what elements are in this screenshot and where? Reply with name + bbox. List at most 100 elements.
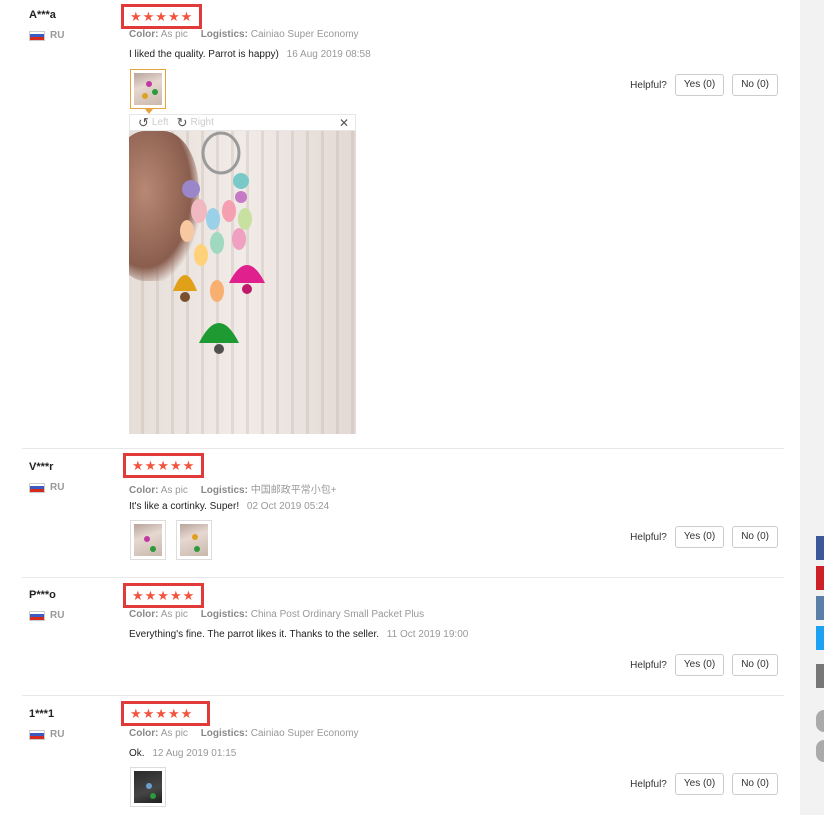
helpful-label: Helpful?: [630, 778, 667, 790]
reviewer-name: P***o: [29, 589, 56, 601]
logistics-label: Logistics:: [200, 485, 248, 496]
thumb-image: [134, 524, 162, 556]
reviewer-country: RU: [29, 610, 64, 621]
photo-viewer: ↺ Left ↻ Right ✕: [129, 114, 356, 434]
rating-highlight: ★★★★★: [123, 453, 205, 478]
review-photo-thumb[interactable]: [176, 520, 212, 560]
vk-share-icon[interactable]: [816, 596, 824, 620]
russia-flag-icon: [29, 610, 45, 621]
helpful-yes-button[interactable]: Yes (0): [674, 74, 725, 96]
review-date: 02 Oct 2019 05:24: [246, 501, 330, 512]
reviews-panel: A***a RU ★★★★★ Color: As pic Logistics: …: [0, 0, 800, 815]
review-body: I liked the quality. Parrot is happy): [129, 49, 279, 60]
helpful-yes-button[interactable]: Yes (0): [674, 773, 725, 795]
helpful-label: Helpful?: [630, 659, 667, 671]
rating-highlight: ★★★★★: [121, 4, 203, 29]
russia-flag-icon: [29, 729, 45, 740]
color-value: As pic: [160, 609, 188, 620]
review-text: Everything's fine. The parrot likes it. …: [129, 629, 468, 640]
star-rating: ★★★★★: [132, 458, 196, 473]
logistics-label: Logistics:: [200, 29, 248, 40]
review-photo-thumb[interactable]: [130, 520, 166, 560]
logistics-value: Cainiao Super Economy: [250, 728, 359, 739]
helpful-yes-button[interactable]: Yes (0): [674, 654, 725, 676]
review-text: Ok. 12 Aug 2019 01:15: [129, 748, 236, 759]
review-body: Everything's fine. The parrot likes it. …: [129, 629, 379, 640]
reviewer-country: RU: [29, 482, 64, 493]
rotate-left-icon[interactable]: ↺: [138, 116, 149, 129]
review-text: It's like a cortinky. Super! 02 Oct 2019…: [129, 501, 329, 512]
color-value: As pic: [160, 485, 188, 496]
review-body: Ok.: [129, 748, 145, 759]
share-sidebar: [816, 536, 824, 762]
rotate-right-icon[interactable]: ↻: [177, 116, 188, 129]
helpful-label: Helpful?: [630, 79, 667, 91]
review-divider: [22, 695, 784, 696]
logistics-label: Logistics:: [200, 609, 248, 620]
parrot-toy-illustration: [173, 131, 265, 354]
star-rating: ★★★★★: [132, 588, 196, 603]
color-label: Color:: [129, 485, 159, 496]
color-value: As pic: [160, 728, 188, 739]
helpful-no-button[interactable]: No (0): [732, 526, 778, 548]
review-date: 16 Aug 2019 08:58: [286, 49, 371, 60]
review-divider: [22, 448, 784, 449]
color-label: Color:: [129, 609, 159, 620]
twitter-share-icon[interactable]: [816, 626, 824, 650]
review-meta: Color: As pic Logistics: Cainiao Super E…: [129, 728, 359, 739]
review-photo-thumb[interactable]: [130, 69, 166, 109]
review-photo-large: [129, 131, 356, 434]
russia-flag-icon: [29, 30, 45, 41]
reviewer-name: 1***1: [29, 708, 55, 720]
review-body: It's like a cortinky. Super!: [129, 501, 240, 512]
color-label: Color:: [129, 728, 159, 739]
country-code: RU: [50, 30, 65, 41]
logistics-value: 中国邮政平常小包+: [250, 485, 337, 496]
country-code: RU: [50, 729, 65, 740]
rotate-left-label[interactable]: Left: [152, 117, 169, 128]
review-meta: Color: As pic Logistics: Cainiao Super E…: [129, 29, 359, 40]
logistics-value: China Post Ordinary Small Packet Plus: [250, 609, 425, 620]
helpful-vote: Helpful? Yes (0) No (0): [630, 74, 778, 96]
review-photo-thumb[interactable]: [130, 767, 166, 807]
rating-highlight: ★★★★★: [121, 701, 211, 726]
scroll-down-icon[interactable]: [816, 740, 824, 762]
helpful-no-button[interactable]: No (0): [732, 654, 778, 676]
helpful-no-button[interactable]: No (0): [732, 74, 778, 96]
helpful-label: Helpful?: [630, 531, 667, 543]
country-code: RU: [50, 610, 65, 621]
star-rating: ★★★★★: [130, 706, 194, 721]
star-rating: ★★★★★: [130, 9, 194, 24]
logistics-value: Cainiao Super Economy: [250, 29, 359, 40]
helpful-vote: Helpful? Yes (0) No (0): [630, 654, 778, 676]
pinterest-share-icon[interactable]: [816, 566, 824, 590]
share-more-icon[interactable]: [816, 664, 824, 688]
country-code: RU: [50, 482, 65, 493]
review-meta: Color: As pic Logistics: China Post Ordi…: [129, 609, 424, 620]
review-meta: Color: As pic Logistics: 中国邮政平常小包+: [129, 481, 337, 496]
reviewer-country: RU: [29, 30, 64, 41]
scroll-up-icon[interactable]: [816, 710, 824, 732]
helpful-no-button[interactable]: No (0): [732, 773, 778, 795]
helpful-vote: Helpful? Yes (0) No (0): [630, 526, 778, 548]
helpful-yes-button[interactable]: Yes (0): [674, 526, 725, 548]
viewer-toolbar: ↺ Left ↻ Right ✕: [129, 114, 356, 131]
review-date: 11 Oct 2019 19:00: [386, 629, 469, 640]
rotate-right-label[interactable]: Right: [191, 117, 214, 128]
thumb-image: [134, 771, 162, 803]
review-divider: [22, 577, 784, 578]
reviewer-country: RU: [29, 729, 64, 740]
logistics-label: Logistics:: [200, 728, 248, 739]
russia-flag-icon: [29, 482, 45, 493]
reviewer-name: A***a: [29, 9, 56, 21]
close-icon[interactable]: ✕: [339, 116, 349, 130]
review-text: I liked the quality. Parrot is happy) 16…: [129, 49, 371, 60]
review-date: 12 Aug 2019 01:15: [152, 748, 237, 759]
rating-highlight: ★★★★★: [123, 583, 205, 608]
color-value: As pic: [160, 29, 188, 40]
facebook-share-icon[interactable]: [816, 536, 824, 560]
color-label: Color:: [129, 29, 159, 40]
reviewer-name: V***r: [29, 461, 54, 473]
helpful-vote: Helpful? Yes (0) No (0): [630, 773, 778, 795]
thumb-image: [134, 73, 162, 105]
